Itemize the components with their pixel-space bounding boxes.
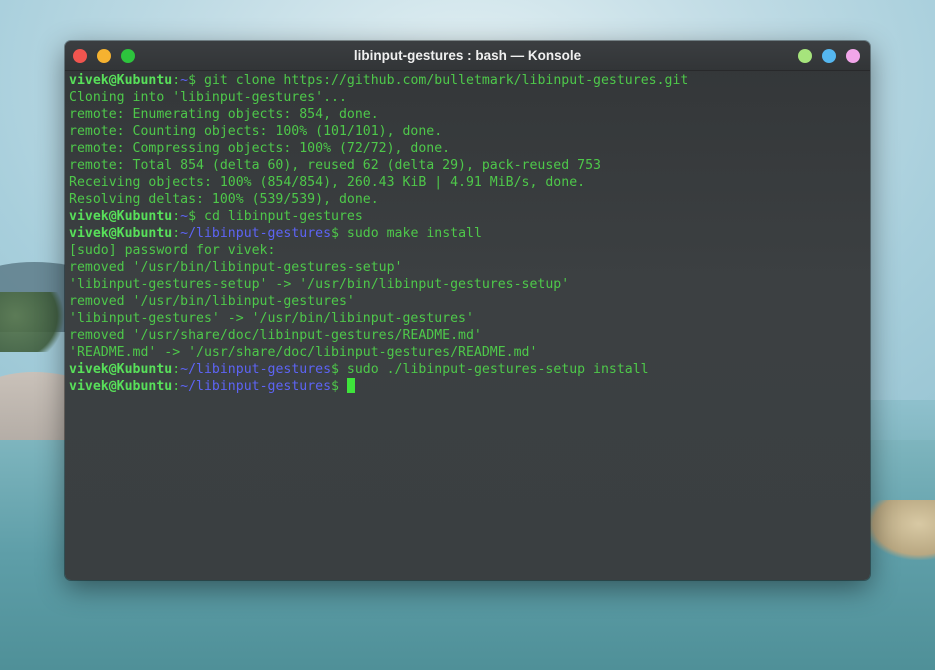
prompt-path: ~ (180, 209, 189, 224)
prompt-separator: : (172, 362, 181, 377)
output-text: Cloning into 'libinput-gestures'... (69, 90, 347, 105)
prompt-line: vivek@Kubuntu:~/libinput-gestures$ (69, 378, 866, 395)
output-line: Resolving deltas: 100% (539/539), done. (69, 191, 866, 208)
output-text: remote: Compressing objects: 100% (72/72… (69, 141, 451, 156)
output-line: Receiving objects: 100% (854/854), 260.4… (69, 174, 866, 191)
prompt-symbol: $ (188, 73, 205, 88)
prompt-line: vivek@Kubuntu:~/libinput-gestures$ sudo … (69, 361, 866, 378)
prompt-symbol: $ (331, 226, 347, 241)
window-title: libinput-gestures : bash — Konsole (353, 48, 582, 63)
prompt-symbol: $ (331, 362, 347, 377)
command-text: sudo ./libinput-gestures-setup install (346, 362, 649, 377)
output-text: Receiving objects: 100% (854/854), 260.4… (69, 175, 586, 190)
output-line: remote: Total 854 (delta 60), reused 62 … (69, 157, 866, 174)
output-line: 'README.md' -> '/usr/share/doc/libinput-… (69, 344, 866, 361)
command-text: cd libinput-gestures (204, 209, 363, 224)
output-text: [sudo] password for vivek: (69, 243, 276, 258)
output-line: remote: Compressing objects: 100% (72/72… (69, 140, 866, 157)
prompt-user: vivek@Kubuntu (69, 226, 173, 241)
output-text: remote: Enumerating objects: 854, done. (69, 107, 379, 122)
wallpaper-island (865, 500, 935, 560)
prompt-separator: : (172, 226, 181, 241)
wallpaper-trees (0, 292, 75, 352)
output-text: Resolving deltas: 100% (539/539), done. (69, 192, 379, 207)
output-line: 'libinput-gestures' -> '/usr/bin/libinpu… (69, 310, 866, 327)
terminal-output[interactable]: vivek@Kubuntu:~$ git clone https://githu… (69, 72, 866, 580)
output-line: Cloning into 'libinput-gestures'... (69, 89, 866, 106)
output-text: 'README.md' -> '/usr/share/doc/libinput-… (69, 345, 538, 360)
titlebar-blue-button[interactable] (822, 49, 836, 63)
output-line: [sudo] password for vivek: (69, 242, 866, 259)
prompt-symbol: $ (331, 379, 347, 394)
prompt-separator: : (172, 379, 181, 394)
output-text: remote: Total 854 (delta 60), reused 62 … (69, 158, 601, 173)
prompt-line: vivek@Kubuntu:~$ cd libinput-gestures (69, 208, 866, 225)
output-text: 'libinput-gestures-setup' -> '/usr/bin/l… (69, 277, 570, 292)
output-text: removed '/usr/share/doc/libinput-gesture… (69, 328, 482, 343)
titlebar-pink-button[interactable] (846, 49, 860, 63)
prompt-line: vivek@Kubuntu:~$ git clone https://githu… (69, 72, 866, 89)
output-line: 'libinput-gestures-setup' -> '/usr/bin/l… (69, 276, 866, 293)
prompt-user: vivek@Kubuntu (69, 209, 173, 224)
output-text: removed '/usr/bin/libinput-gestures-setu… (69, 260, 403, 275)
output-line: removed '/usr/bin/libinput-gestures-setu… (69, 259, 866, 276)
prompt-user: vivek@Kubuntu (69, 73, 173, 88)
prompt-path: ~ (180, 73, 189, 88)
prompt-line: vivek@Kubuntu:~/libinput-gestures$ sudo … (69, 225, 866, 242)
command-text: sudo make install (346, 226, 482, 241)
prompt-path: ~/libinput-gestures (180, 362, 332, 377)
output-line: remote: Counting objects: 100% (101/101)… (69, 123, 866, 140)
prompt-path: ~/libinput-gestures (180, 379, 332, 394)
output-text: 'libinput-gestures' -> '/usr/bin/libinpu… (69, 311, 474, 326)
konsole-window[interactable]: libinput-gestures : bash — Konsole vivek… (65, 41, 870, 580)
output-text: removed '/usr/bin/libinput-gestures' (69, 294, 355, 309)
output-text: remote: Counting objects: 100% (101/101)… (69, 124, 443, 139)
output-line: removed '/usr/bin/libinput-gestures' (69, 293, 866, 310)
window-titlebar[interactable]: libinput-gestures : bash — Konsole (65, 41, 870, 71)
prompt-user: vivek@Kubuntu (69, 379, 173, 394)
titlebar-green-button[interactable] (798, 49, 812, 63)
prompt-user: vivek@Kubuntu (69, 362, 173, 377)
output-line: remote: Enumerating objects: 854, done. (69, 106, 866, 123)
output-line: removed '/usr/share/doc/libinput-gesture… (69, 327, 866, 344)
prompt-symbol: $ (188, 209, 205, 224)
prompt-separator: : (172, 73, 181, 88)
command-text: git clone https://github.com/bulletmark/… (204, 73, 689, 88)
prompt-path: ~/libinput-gestures (180, 226, 332, 241)
prompt-separator: : (172, 209, 181, 224)
text-cursor (346, 378, 355, 393)
